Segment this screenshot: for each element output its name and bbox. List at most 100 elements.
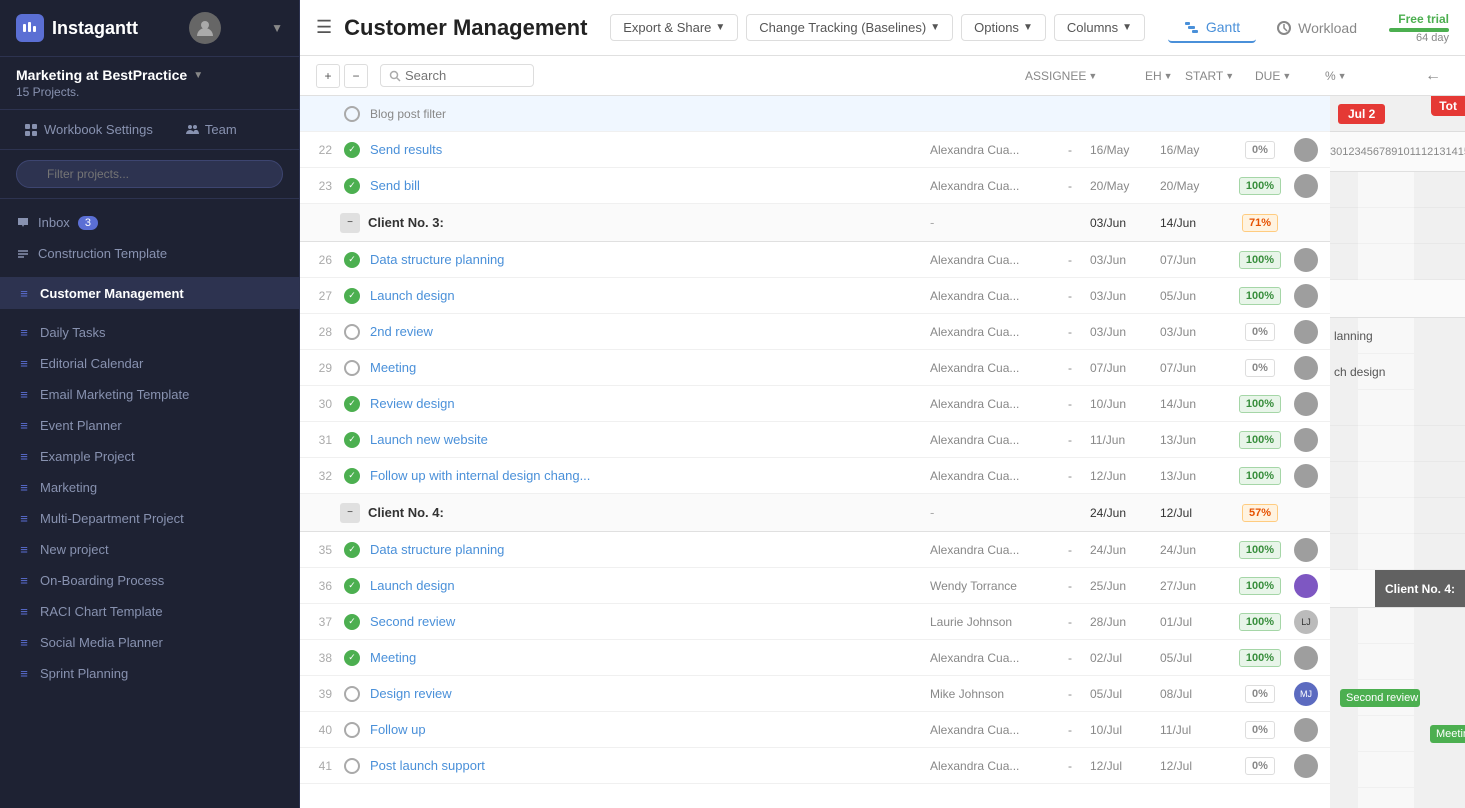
due-sort-icon: ▼ bbox=[1282, 71, 1291, 81]
inbox-badge: 3 bbox=[78, 216, 98, 230]
gantt-row-35 bbox=[1330, 608, 1465, 644]
sidebar-item-sprint[interactable]: ≡ Sprint Planning bbox=[0, 658, 299, 689]
gantt-month-label: Jul 2 bbox=[1338, 104, 1385, 124]
col-header-back[interactable]: ← bbox=[1417, 67, 1449, 85]
workspace-info: Marketing at BestPractice ▼ 15 Projects. bbox=[0, 57, 299, 110]
change-tracking-btn[interactable]: Change Tracking (Baselines) ▼ bbox=[746, 14, 953, 41]
percent-sort-icon: ▼ bbox=[1338, 71, 1347, 81]
gantt-month-row: Jul 2 Tot bbox=[1330, 96, 1465, 132]
sidebar-item-multi-dept[interactable]: ≡ Multi-Department Project bbox=[0, 503, 299, 534]
gantt-bar-second-review: Second review bbox=[1340, 689, 1420, 707]
export-share-btn[interactable]: Export & Share ▼ bbox=[610, 14, 738, 41]
table-row: 29 Meeting Alexandra Cua... - 07/Jun 07/… bbox=[300, 350, 1330, 386]
search-input[interactable] bbox=[405, 68, 525, 83]
avatar bbox=[1294, 320, 1318, 344]
check-icon bbox=[344, 360, 360, 376]
avatar bbox=[1294, 356, 1318, 380]
col-header-eh[interactable]: EH ▼ bbox=[1145, 69, 1185, 83]
table-row: 28 2nd review Alexandra Cua... - 03/Jun … bbox=[300, 314, 1330, 350]
table-row: 37 Second review Laurie Johnson - 28/Jun… bbox=[300, 604, 1330, 640]
remove-row-btn[interactable]: − bbox=[344, 64, 368, 88]
check-icon bbox=[344, 432, 360, 448]
project-icon: ≡ bbox=[16, 286, 32, 301]
avatar bbox=[1294, 284, 1318, 308]
check-icon bbox=[344, 722, 360, 738]
check-icon bbox=[344, 542, 360, 558]
avatar bbox=[1294, 174, 1318, 198]
gantt-days-header: 30 1 2 3 4 5 6 7 8 9 10 11 12 13 14 15 bbox=[1330, 132, 1465, 172]
sidebar-item-new-project[interactable]: ≡ New project bbox=[0, 534, 299, 565]
gantt-section-row-client4: Client No. 4: bbox=[1330, 570, 1465, 608]
check-icon bbox=[344, 396, 360, 412]
workbook-settings-row: Workbook Settings Team bbox=[0, 110, 299, 150]
filter-input[interactable] bbox=[16, 160, 283, 188]
col-header-percent[interactable]: % ▼ bbox=[1325, 69, 1385, 83]
table-row: 40 Follow up Alexandra Cua... - 10/Jul 1… bbox=[300, 712, 1330, 748]
section-row-client4: − Client No. 4: - 24/Jun 12/Jul 57% bbox=[300, 494, 1330, 532]
start-sort-icon: ▼ bbox=[1225, 71, 1234, 81]
sidebar-item-social[interactable]: ≡ Social Media Planner bbox=[0, 627, 299, 658]
gantt-row-39: Design review bbox=[1330, 752, 1465, 788]
table-row: 26 Data structure planning Alexandra Cua… bbox=[300, 242, 1330, 278]
tab-gantt[interactable]: Gantt bbox=[1168, 13, 1256, 43]
col-headers: ASSIGNEE ▼ EH ▼ START ▼ DUE ▼ % ▼ bbox=[542, 67, 1449, 85]
projects-count: 15 Projects. bbox=[16, 85, 283, 99]
check-icon bbox=[344, 178, 360, 194]
avatar[interactable] bbox=[189, 12, 221, 44]
filter-section bbox=[0, 150, 299, 199]
sidebar-item-customer-management[interactable]: ≡ Customer Management bbox=[0, 278, 299, 309]
sidebar-item-onboarding[interactable]: ≡ On-Boarding Process bbox=[0, 565, 299, 596]
options-btn[interactable]: Options ▼ bbox=[961, 14, 1046, 41]
gantt-row-37: Second review bbox=[1330, 680, 1465, 716]
gantt-area: Jul 2 Tot 30 1 2 3 4 5 6 7 8 9 10 11 bbox=[1330, 96, 1465, 808]
sidebar-item-inbox[interactable]: Inbox 3 bbox=[0, 207, 299, 238]
sidebar-item-email-marketing[interactable]: ≡ Email Marketing Template bbox=[0, 379, 299, 410]
avatar bbox=[1294, 248, 1318, 272]
projects-list: ≡ Daily Tasks ≡ Editorial Calendar ≡ Ema… bbox=[0, 309, 299, 808]
table-row: 41 Post launch support Alexandra Cua... … bbox=[300, 748, 1330, 784]
col-header-assignee[interactable]: ASSIGNEE ▼ bbox=[1025, 69, 1145, 83]
avatar: MJ bbox=[1294, 682, 1318, 706]
workbook-settings-btn[interactable]: Workbook Settings bbox=[16, 118, 161, 141]
gantt-row-36 bbox=[1330, 644, 1465, 680]
avatar bbox=[1294, 464, 1318, 488]
app-logo: Instagantt bbox=[16, 14, 138, 42]
workspace-dropdown-icon[interactable]: ▼ bbox=[271, 21, 283, 35]
avatar bbox=[1294, 646, 1318, 670]
check-icon bbox=[344, 758, 360, 774]
topbar-left: ☰ Customer Management bbox=[316, 15, 587, 41]
sidebar-item-example[interactable]: ≡ Example Project bbox=[0, 441, 299, 472]
sidebar-item-marketing[interactable]: ≡ Marketing bbox=[0, 472, 299, 503]
view-tabs: Gantt Workload bbox=[1168, 13, 1373, 43]
tab-workload[interactable]: Workload bbox=[1260, 13, 1373, 43]
sidebar-item-daily-tasks[interactable]: ≡ Daily Tasks bbox=[0, 317, 299, 348]
table-row: 39 Design review Mike Johnson - 05/Jul 0… bbox=[300, 676, 1330, 712]
gantt-bar-meeting: Meeting bbox=[1430, 725, 1465, 743]
options-dropdown-icon: ▼ bbox=[1023, 22, 1033, 33]
section-toggle-client3[interactable]: − bbox=[340, 213, 360, 233]
workspace-dropdown[interactable]: ▼ bbox=[193, 70, 203, 81]
sidebar-item-event[interactable]: ≡ Event Planner bbox=[0, 410, 299, 441]
gantt-section-row-client3 bbox=[1330, 280, 1465, 318]
table-row: 38 Meeting Alexandra Cua... - 02/Jul 05/… bbox=[300, 640, 1330, 676]
export-dropdown-icon: ▼ bbox=[715, 22, 725, 33]
avatar bbox=[1294, 392, 1318, 416]
gantt-row: ch design bbox=[1330, 354, 1465, 390]
columns-dropdown-icon: ▼ bbox=[1122, 22, 1132, 33]
check-icon bbox=[344, 614, 360, 630]
table-row: 36 Launch design Wendy Torrance - 25/Jun… bbox=[300, 568, 1330, 604]
sidebar-item-construction[interactable]: Construction Template bbox=[0, 238, 299, 269]
col-header-start[interactable]: START ▼ bbox=[1185, 69, 1255, 83]
add-row-btn[interactable]: + bbox=[316, 64, 340, 88]
check-icon bbox=[344, 578, 360, 594]
col-header-due[interactable]: DUE ▼ bbox=[1255, 69, 1325, 83]
table-row: 31 Launch new website Alexandra Cua... -… bbox=[300, 422, 1330, 458]
section-toggle-client4[interactable]: − bbox=[340, 503, 360, 523]
sidebar-item-editorial[interactable]: ≡ Editorial Calendar bbox=[0, 348, 299, 379]
columns-btn[interactable]: Columns ▼ bbox=[1054, 14, 1145, 41]
gantt-body: lanning ch design Client No. 4: bbox=[1330, 172, 1465, 808]
sidebar-item-raci[interactable]: ≡ RACI Chart Template bbox=[0, 596, 299, 627]
hamburger-btn[interactable]: ☰ bbox=[316, 17, 332, 38]
team-btn[interactable]: Team bbox=[177, 118, 245, 141]
toolbar-icons: + − bbox=[316, 64, 368, 88]
